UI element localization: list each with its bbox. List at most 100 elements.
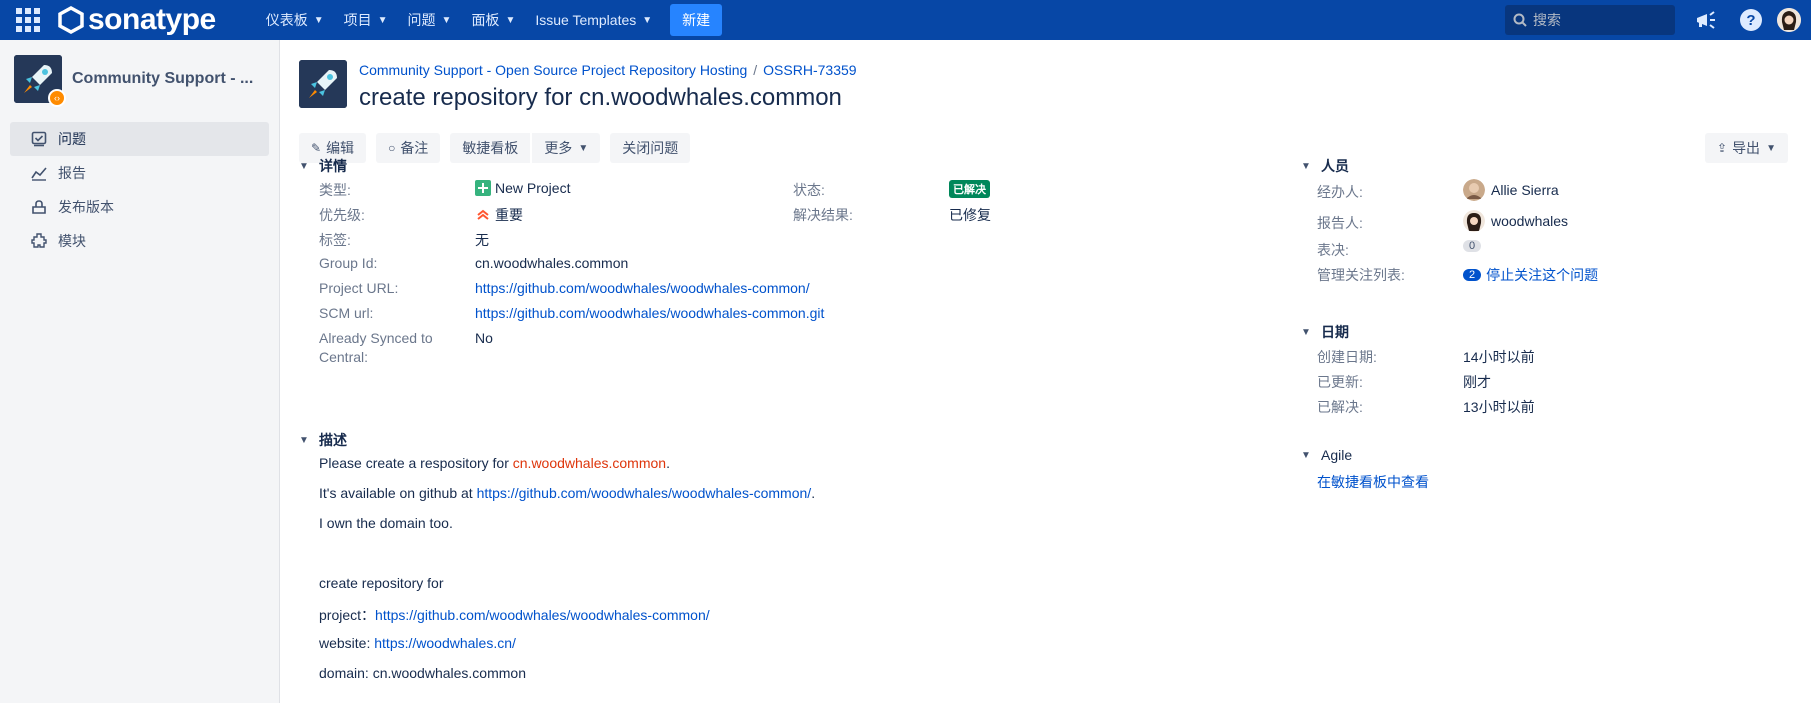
project-header[interactable]: ‹› Community Support - ... [0, 40, 279, 118]
description-text: . [811, 485, 816, 501]
sidebar-item-label: 模块 [58, 233, 86, 249]
priority-major-icon [477, 209, 489, 220]
assignee-name: Allie Sierra [1491, 182, 1559, 198]
updated-value: 刚才 [1463, 374, 1491, 390]
breadcrumb-separator: / [753, 62, 758, 78]
project-url-link[interactable]: https://github.com/woodwhales/woodwhales… [475, 280, 810, 296]
reporter-avatar [1463, 210, 1485, 232]
more-button[interactable]: 更多 ▼ [532, 133, 601, 163]
user-avatar[interactable] [1777, 8, 1801, 32]
close-issue-button[interactable]: 关闭问题 [610, 133, 691, 163]
sidebar-item-reports[interactable]: 报告 [10, 156, 269, 190]
type-value: New Project [475, 180, 570, 196]
sidebar-item-label: 问题 [58, 131, 86, 147]
nav-issues[interactable]: 问题 ▼ [398, 0, 462, 40]
details-heading: 详情 [319, 158, 347, 174]
nav-dashboards[interactable]: 仪表板 ▼ [256, 0, 334, 40]
chevron-down-icon: ▼ [1301, 449, 1311, 461]
labels-value: 无 [475, 232, 489, 248]
votes-value[interactable]: 0 [1463, 240, 1486, 252]
components-icon [30, 232, 48, 250]
votes-count-badge: 0 [1463, 240, 1482, 252]
chevron-down-icon: ▼ [1301, 326, 1311, 338]
project-name[interactable]: Community Support - ... [72, 70, 253, 88]
chevron-down-icon: ▼ [313, 14, 324, 26]
rocket-icon [299, 60, 347, 108]
type-label: 类型: [319, 182, 351, 198]
description-text: It's available on github at [319, 485, 477, 501]
reporter-label: 报告人: [1317, 215, 1363, 231]
dates-section-header[interactable]: ▼ 日期 [1301, 322, 1349, 342]
sidebar-item-issues[interactable]: 问题 [10, 122, 269, 156]
project-avatar[interactable]: ‹› [14, 55, 66, 107]
sonatype-logo[interactable]: sonatype [58, 0, 216, 40]
code-badge-icon: ‹› [48, 89, 66, 107]
assignee-avatar [1463, 179, 1485, 201]
group-id-label: Group Id: [319, 255, 378, 271]
create-button[interactable]: 新建 [670, 4, 723, 36]
sidebar-item-components[interactable]: 模块 [10, 224, 269, 258]
reporter-value[interactable]: woodwhales [1463, 210, 1568, 232]
description-highlight: cn.woodwhales.common [512, 455, 667, 471]
reporter-name: woodwhales [1491, 213, 1569, 229]
description-line: domain: cn.woodwhales.common [319, 665, 526, 681]
chevron-down-icon: ▼ [1301, 160, 1311, 172]
chevron-down-icon: ▼ [377, 14, 388, 26]
website-link[interactable]: https://woodwhales.cn/ [374, 635, 516, 651]
people-section-header[interactable]: ▼ 人员 [1301, 156, 1349, 176]
top-navigation: sonatype 仪表板 ▼ 项目 ▼ 问题 ▼ 面板 ▼ Issue Template… [0, 0, 1811, 40]
nav-boards[interactable]: 面板 ▼ [461, 0, 525, 40]
export-button-label: 导出 [1732, 140, 1761, 156]
description-line: website: https://woodwhales.cn/ [319, 635, 516, 651]
search-box[interactable] [1505, 5, 1675, 35]
search-input[interactable] [1533, 12, 1663, 28]
comment-icon: ○ [388, 141, 396, 155]
new-project-icon [475, 180, 491, 196]
description-heading: 描述 [319, 432, 347, 448]
assignee-value[interactable]: Allie Sierra [1463, 179, 1559, 201]
project-link[interactable]: https://github.com/woodwhales/woodwhales… [375, 607, 710, 623]
updated-label: 已更新: [1317, 374, 1363, 390]
help-icon[interactable]: ? [1740, 9, 1762, 31]
export-button[interactable]: ⇪ 导出 ▼ [1705, 133, 1788, 163]
agile-board-button[interactable]: 敏捷看板 [450, 133, 531, 163]
description-text: . [666, 455, 670, 471]
breadcrumb-issue-key[interactable]: OSSRH-73359 [763, 62, 856, 78]
description-section-header[interactable]: ▼ 描述 [299, 430, 347, 450]
labels-label: 标签: [319, 232, 351, 248]
app-switcher-icon[interactable] [14, 6, 42, 34]
nav-projects-label: 项目 [343, 12, 372, 28]
group-id-value: cn.woodwhales.common [475, 255, 629, 271]
issue-toolbar: ✎ 编辑 ○ 备注 敏捷看板 更多 ▼ 关闭问题 [299, 133, 700, 163]
search-icon [1513, 13, 1527, 27]
assignee-label: 经办人: [1317, 184, 1363, 200]
scm-url-label: SCM url: [319, 305, 374, 321]
announcement-icon[interactable] [1694, 8, 1718, 32]
issue-header: Community Support - Open Source Project … [299, 60, 857, 112]
pencil-icon: ✎ [311, 141, 322, 155]
synced-label-line2: Central: [319, 349, 369, 365]
sidebar-item-releases[interactable]: 发布版本 [10, 190, 269, 224]
issue-summary-title[interactable]: create repository for cn.woodwhales.comm… [359, 84, 857, 112]
nav-issue-templates-label: Issue Templates [535, 12, 637, 28]
details-section-header[interactable]: ▼ 详情 [299, 156, 347, 176]
issue-project-avatar[interactable] [299, 60, 347, 108]
description-line: I own the domain too. [319, 515, 453, 531]
chevron-down-icon: ▼ [578, 142, 589, 154]
scm-url-link[interactable]: https://github.com/woodwhales/woodwhales… [475, 305, 824, 321]
agile-section-header[interactable]: ▼ Agile [1301, 447, 1352, 463]
watchers-count-badge[interactable]: 2 [1463, 269, 1482, 281]
view-on-board-link[interactable]: 在敏捷看板中查看 [1317, 472, 1429, 492]
chevron-down-icon: ▼ [642, 14, 653, 26]
dates-heading: 日期 [1321, 324, 1349, 340]
breadcrumb-project-link[interactable]: Community Support - Open Source Project … [359, 62, 747, 78]
comment-button[interactable]: ○ 备注 [376, 133, 441, 163]
nav-issue-templates[interactable]: Issue Templates ▼ [525, 0, 662, 40]
synced-label-line1: Already Synced to [319, 330, 433, 346]
nav-projects[interactable]: 项目 ▼ [334, 0, 398, 40]
type-value-text: New Project [495, 180, 571, 196]
github-link[interactable]: https://github.com/woodwhales/woodwhales… [477, 485, 812, 501]
stop-watching-link[interactable]: 停止关注这个问题 [1486, 265, 1598, 285]
priority-value-text: 重要 [495, 207, 523, 223]
comment-button-label: 备注 [400, 140, 429, 156]
